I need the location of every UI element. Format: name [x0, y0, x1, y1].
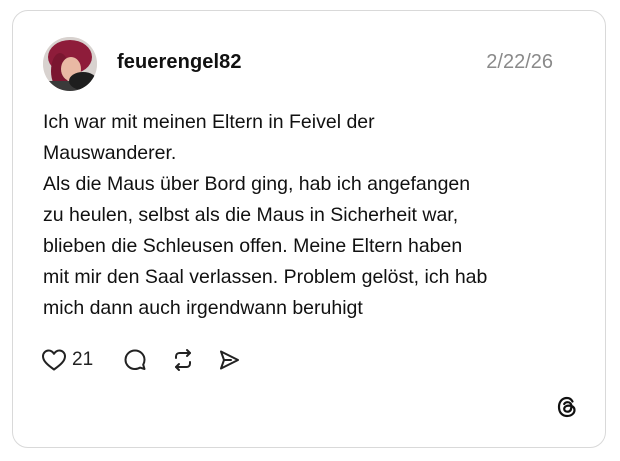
- avatar-image: [43, 37, 97, 91]
- threads-logo-icon[interactable]: [555, 395, 579, 419]
- threads-logo-icon: [557, 396, 576, 418]
- repost-button[interactable]: [171, 348, 195, 372]
- avatar[interactable]: [43, 37, 97, 91]
- post-text: Ich war mit meinen Eltern in Feivel der …: [43, 111, 488, 319]
- send-icon: [220, 350, 240, 370]
- comment-bubble-icon: [124, 349, 146, 370]
- action-bar: 21: [41, 345, 241, 375]
- post-card: feuerengel82 2/22/26 Ich war mit meinen …: [12, 10, 606, 448]
- like-count: 21: [72, 349, 94, 370]
- heart-icon: [42, 349, 66, 371]
- reply-button[interactable]: [123, 348, 147, 372]
- like-button[interactable]: 21: [41, 348, 123, 372]
- repost-icon: [175, 349, 192, 371]
- username[interactable]: feuerengel82: [117, 51, 242, 74]
- post-date: 2/22/26: [486, 51, 553, 73]
- share-button[interactable]: [217, 348, 241, 372]
